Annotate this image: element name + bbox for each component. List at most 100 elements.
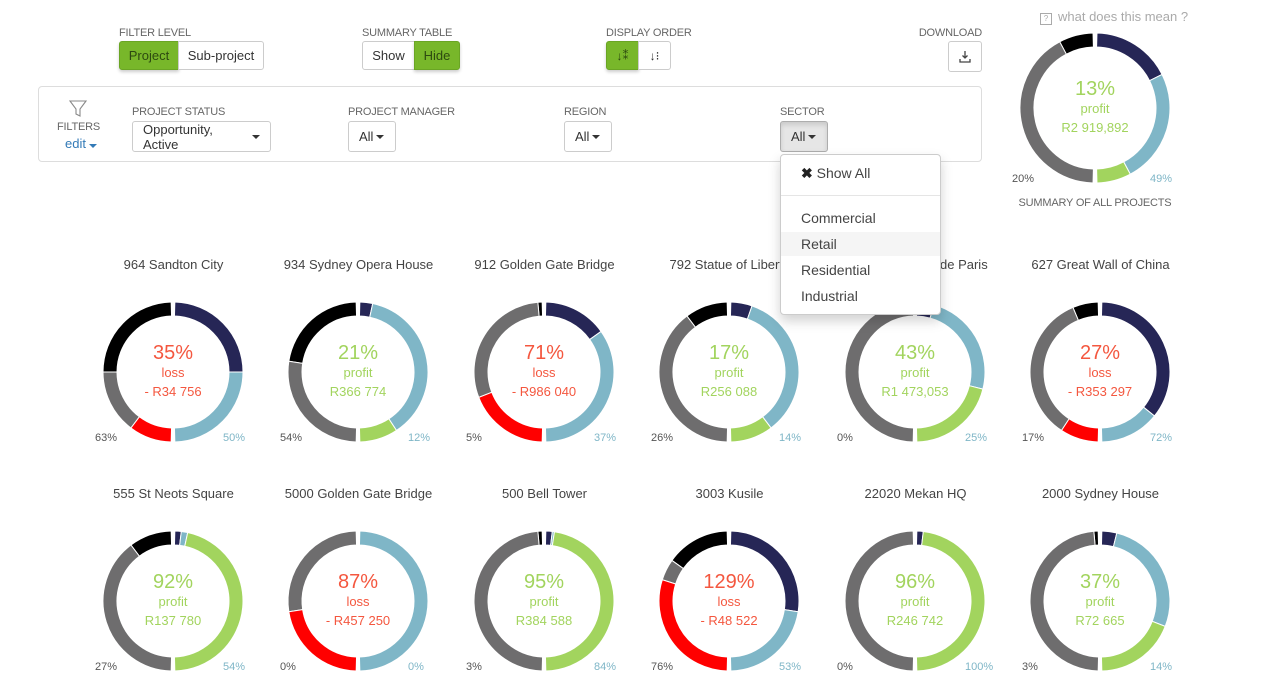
project-title[interactable]: 912 Golden Gate Bridge (452, 257, 637, 272)
project-title[interactable]: 964 Sandton City (81, 257, 266, 272)
right-percent-label: 14% (779, 432, 802, 444)
donut-center: 43% profit R1 473,053 (855, 342, 975, 402)
sort-desc-button[interactable]: ↓⁑ (606, 41, 639, 70)
status-label: profit (343, 365, 373, 380)
donut-center: 17% profit R256 088 (669, 342, 789, 402)
right-percent-label: 12% (408, 432, 431, 444)
edit-text: edit (65, 136, 86, 151)
donut-center: 21% profit R366 774 (298, 342, 418, 402)
percent-value: 95% (523, 571, 565, 593)
status-label: profit (900, 365, 930, 380)
question-icon: ? (1040, 13, 1052, 25)
left-percent-label: 76% (651, 661, 674, 673)
amount-value: R2 919,892 (1061, 120, 1129, 135)
sector-option-residential[interactable]: Residential (781, 258, 940, 282)
donut-center: 95% profit R384 588 (484, 571, 604, 631)
status-label: profit (714, 365, 744, 380)
summary-caption: SUMMARY OF ALL PROJECTS (1018, 197, 1172, 209)
caret-icon (376, 134, 385, 139)
left-percent-label: 26% (651, 432, 674, 444)
amount-value: - R986 040 (511, 384, 577, 399)
sector-value: All (791, 129, 806, 144)
donut-segment-green (729, 416, 772, 443)
show-all-text: Show All (816, 165, 871, 181)
help-link[interactable]: ? what does this mean ? (1040, 9, 1188, 25)
percent-value: 13% (1074, 78, 1116, 100)
percent-value: 92% (152, 571, 194, 593)
download-label: DOWNLOAD (918, 27, 982, 39)
status-label: profit (158, 594, 188, 609)
donut-center: 92% profit R137 780 (113, 571, 233, 631)
filter-level-label: FILTER LEVEL (119, 27, 191, 39)
left-percent-label: 27% (95, 661, 118, 673)
project-title[interactable]: 2000 Sydney House (1008, 486, 1193, 501)
left-percent-label: 5% (466, 432, 482, 444)
donut-center: 27% loss - R353 297 (1040, 342, 1160, 402)
donut-segment-green (358, 418, 398, 443)
sector-option-retail[interactable]: Retail (781, 232, 940, 256)
project-status-label: PROJECT STATUS (132, 106, 226, 118)
right-percent-label: 50% (223, 432, 246, 444)
filters-edit-link[interactable]: edit (65, 136, 97, 151)
filter-icon (68, 100, 88, 117)
status-label: loss (346, 594, 370, 609)
hide-button[interactable]: Hide (414, 41, 460, 70)
project-status-select[interactable]: Opportunity, Active (132, 121, 271, 152)
right-percent-label: 49% (1150, 173, 1173, 185)
sector-option-industrial[interactable]: Industrial (781, 284, 940, 308)
donut-segment-navy (544, 301, 602, 341)
project-title[interactable]: 500 Bell Tower (452, 486, 637, 501)
sub-project-button[interactable]: Sub-project (178, 41, 264, 70)
sector-option-commercial[interactable]: Commercial (781, 206, 940, 230)
show-button[interactable]: Show (362, 41, 415, 70)
project-title[interactable]: 627 Great Wall of China (1008, 257, 1193, 272)
download-icon (959, 50, 971, 63)
left-percent-label: 3% (466, 661, 482, 673)
percent-value: 21% (337, 342, 379, 364)
project-button[interactable]: Project (119, 41, 179, 70)
donut-segment-red (1060, 418, 1100, 443)
status-label: loss (532, 365, 556, 380)
amount-value: - R34 756 (144, 384, 202, 399)
donut-segment-green (1096, 161, 1131, 184)
sector-select[interactable]: All (780, 121, 828, 152)
left-percent-label: 0% (837, 432, 853, 444)
donut-center: 13% profit R2 919,892 (1035, 78, 1155, 138)
caret-icon (88, 144, 97, 148)
project-title[interactable]: 22020 Mekan HQ (823, 486, 1008, 501)
sort-asc-button[interactable]: ↓⁝ (638, 41, 671, 70)
left-percent-label: 20% (1012, 173, 1035, 185)
amount-value: R366 774 (329, 384, 387, 399)
sector-dropdown-menu: ✖ Show All Commercial Retail Residential… (780, 154, 941, 315)
right-percent-label: 25% (965, 432, 988, 444)
amount-value: R384 588 (515, 613, 573, 628)
right-percent-label: 37% (594, 432, 617, 444)
region-label: REGION (564, 106, 607, 118)
left-percent-label: 17% (1022, 432, 1045, 444)
project-title[interactable]: 5000 Golden Gate Bridge (266, 486, 451, 501)
caret-icon (592, 134, 601, 139)
donut-segment-navy (1096, 32, 1163, 82)
right-percent-label: 72% (1150, 432, 1173, 444)
amount-value: - R48 522 (700, 613, 758, 628)
region-value: All (575, 129, 590, 144)
project-title[interactable]: 3003 Kusile (637, 486, 822, 501)
donut-center: 96% profit R246 742 (855, 571, 975, 631)
right-percent-label: 14% (1150, 661, 1173, 673)
amount-value: R137 780 (144, 613, 202, 628)
region-select[interactable]: All (564, 121, 612, 152)
percent-value: 17% (708, 342, 750, 364)
percent-value: 37% (1079, 571, 1121, 593)
project-title[interactable]: 555 St Neots Square (81, 486, 266, 501)
project-title[interactable]: 934 Sydney Opera House (266, 257, 451, 272)
project-manager-label: PROJECT MANAGER (348, 106, 455, 118)
amount-value: R1 473,053 (881, 384, 949, 399)
show-all-option[interactable]: ✖ Show All (781, 161, 940, 185)
download-button[interactable] (948, 41, 982, 72)
project-manager-select[interactable]: All (348, 121, 396, 152)
percent-value: 35% (152, 342, 194, 364)
project-title[interactable]: de Paris (940, 257, 988, 272)
percent-value: 87% (337, 571, 379, 593)
percent-value: 96% (894, 571, 936, 593)
percent-value: 27% (1079, 342, 1121, 364)
